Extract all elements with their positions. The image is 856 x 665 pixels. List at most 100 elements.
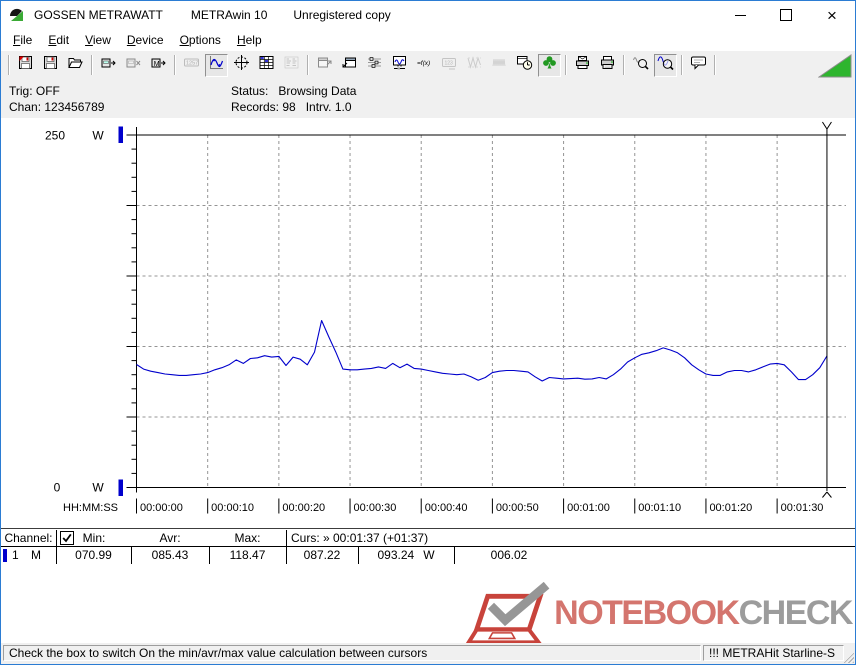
- notebookcheck-watermark: NOTEBOOKCHECK: [466, 582, 854, 644]
- dense-curve-button: [488, 54, 511, 77]
- import-window-button[interactable]: [338, 54, 361, 77]
- monitor-wave-icon: [391, 54, 408, 76]
- power-time-chart[interactable]: 00:00:00 00:00:10 00:00:20 00:00:30 00:00:40…: [1, 118, 855, 528]
- x-tick-label: 00:00:20: [282, 502, 325, 514]
- col-header-cursor: Curs: » 00:01:37 (+01:37): [291, 531, 429, 545]
- print-button[interactable]: [596, 54, 619, 77]
- col-header-max: Max:: [234, 531, 261, 545]
- toolbar: M 1257 =f(x) 123: [1, 51, 855, 80]
- save-button[interactable]: [14, 54, 37, 77]
- browse-status: Status: Browsing Data: [231, 84, 357, 98]
- col-header-min: Min:: [57, 530, 131, 546]
- formula-button[interactable]: =f(x): [413, 54, 436, 77]
- toolbar-separator: [8, 55, 10, 75]
- device-read-icon: [100, 54, 117, 76]
- svg-text:=f(x): =f(x): [417, 60, 430, 67]
- table-row: 1 M 070.99 085.43 118.47 087.22 093.24 W…: [1, 547, 855, 564]
- toolbar-separator: [623, 55, 625, 75]
- y-unit-label: W: [92, 129, 104, 143]
- toolbar-separator: [714, 55, 716, 75]
- close-button[interactable]: ×: [809, 1, 855, 29]
- diff-value: 006.02: [490, 548, 528, 562]
- time-window-button[interactable]: [513, 54, 536, 77]
- cursor-mode-button[interactable]: [230, 54, 253, 77]
- chart-plot-area[interactable]: 00:00:00 00:00:10 00:00:20 00:00:30 00:00:40…: [1, 118, 855, 528]
- lcd-display-icon: 1257: [183, 54, 200, 76]
- trigger-status: Trig: OFF: [9, 84, 60, 98]
- window-export-icon: [316, 54, 333, 76]
- title-unregistered: Unregistered copy: [293, 8, 391, 22]
- status-message: Check the box to switch On the min/avr/m…: [3, 645, 701, 661]
- table-header-row: Channel: Min: Avr: Max: Curs: » 00:01:37…: [1, 530, 855, 547]
- open-button[interactable]: [64, 54, 87, 77]
- cursor2-value-cell: 093.24 W: [358, 547, 454, 564]
- wave-minmax-icon: [466, 54, 483, 76]
- divider: [454, 547, 455, 564]
- save-as-button[interactable]: [39, 54, 62, 77]
- channel-color-marker: [3, 549, 7, 562]
- records-interval: Records: 98 Intrv. 1.0: [231, 100, 352, 114]
- toolbar-separator: [307, 55, 309, 75]
- menu-item-options[interactable]: Options: [172, 30, 229, 50]
- online-monitor-button[interactable]: [388, 54, 411, 77]
- menu-bar: File Edit View Device Options Help: [1, 29, 855, 51]
- title-product: METRAwin 10: [190, 8, 268, 22]
- read-device-button[interactable]: [97, 54, 120, 77]
- x-tick-label: 00:00:30: [354, 502, 397, 514]
- zoom-curve-icon: [657, 54, 674, 76]
- menu-item-file[interactable]: File: [5, 30, 40, 50]
- wave-dense-icon: [491, 54, 508, 76]
- minmax-checkbox[interactable]: [60, 531, 74, 545]
- metrawin-window: GOSSEN METRAWATT METRAwin 10 Unregistere…: [0, 0, 856, 665]
- menu-item-device[interactable]: Device: [119, 30, 172, 50]
- table-view-button[interactable]: [255, 54, 278, 77]
- minimize-button[interactable]: [717, 1, 763, 29]
- divider: [131, 547, 132, 564]
- title-bar: GOSSEN METRAWATT METRAwin 10 Unregistere…: [1, 1, 855, 29]
- x-axis-label: HH:MM:SS: [63, 502, 118, 514]
- notebookcheck-laptop-icon: [466, 582, 550, 644]
- statistics-view-button: [280, 54, 303, 77]
- condense-button[interactable]: [538, 53, 561, 77]
- x-tick-label: 00:01:00: [567, 502, 610, 514]
- channel-number: 1: [12, 548, 19, 562]
- menu-item-help[interactable]: Help: [229, 30, 270, 50]
- zoom-out-button[interactable]: [629, 54, 652, 77]
- device-m-icon: M: [150, 54, 167, 76]
- x-tick-label: 00:01:30: [781, 502, 824, 514]
- maximize-button[interactable]: [763, 1, 809, 29]
- menu-item-edit[interactable]: Edit: [40, 30, 77, 50]
- channel-cell: 1 M: [1, 547, 56, 564]
- x-tick-label: 00:00:50: [496, 502, 539, 514]
- curve-graph-icon: [208, 54, 225, 76]
- graph-view-button[interactable]: [205, 53, 228, 77]
- channel-mode: M: [31, 548, 41, 562]
- channel-scale-button[interactable]: [363, 54, 386, 77]
- toolbar-separator: [681, 55, 683, 75]
- device-model-label: !!! METRAHit Starline-S: [703, 645, 844, 661]
- x-tick-label: 00:00:10: [211, 502, 254, 514]
- menu-item-view[interactable]: View: [77, 30, 119, 50]
- unit-label: W: [423, 548, 435, 562]
- save-icon: [42, 54, 59, 76]
- sliders-icon: [366, 54, 383, 76]
- clock-window-icon: [516, 54, 533, 76]
- printer-icon: [599, 54, 616, 76]
- svg-text:1257: 1257: [186, 61, 198, 67]
- x-tick-label: 00:00:40: [425, 502, 468, 514]
- watermark-text: NOTEBOOKCHECK: [554, 593, 853, 632]
- save-red-icon: [17, 54, 34, 76]
- svg-text:123: 123: [445, 61, 454, 67]
- print-report-button[interactable]: [571, 54, 594, 77]
- divider: [56, 530, 57, 564]
- cursor2-value: 093.24: [377, 548, 415, 562]
- formula-icon: =f(x): [416, 54, 433, 76]
- device-memory-button[interactable]: M: [147, 54, 170, 77]
- tooltip-button[interactable]: [687, 54, 710, 77]
- status-bar: Check the box to switch On the min/avr/m…: [1, 643, 855, 664]
- x-tick-label: 00:00:00: [140, 502, 183, 514]
- channel-list: Chan: 123456789: [9, 100, 105, 114]
- zoom-wave-icon: [632, 54, 649, 76]
- power-curve: [136, 319, 828, 382]
- zoom-mode-button[interactable]: [654, 53, 677, 77]
